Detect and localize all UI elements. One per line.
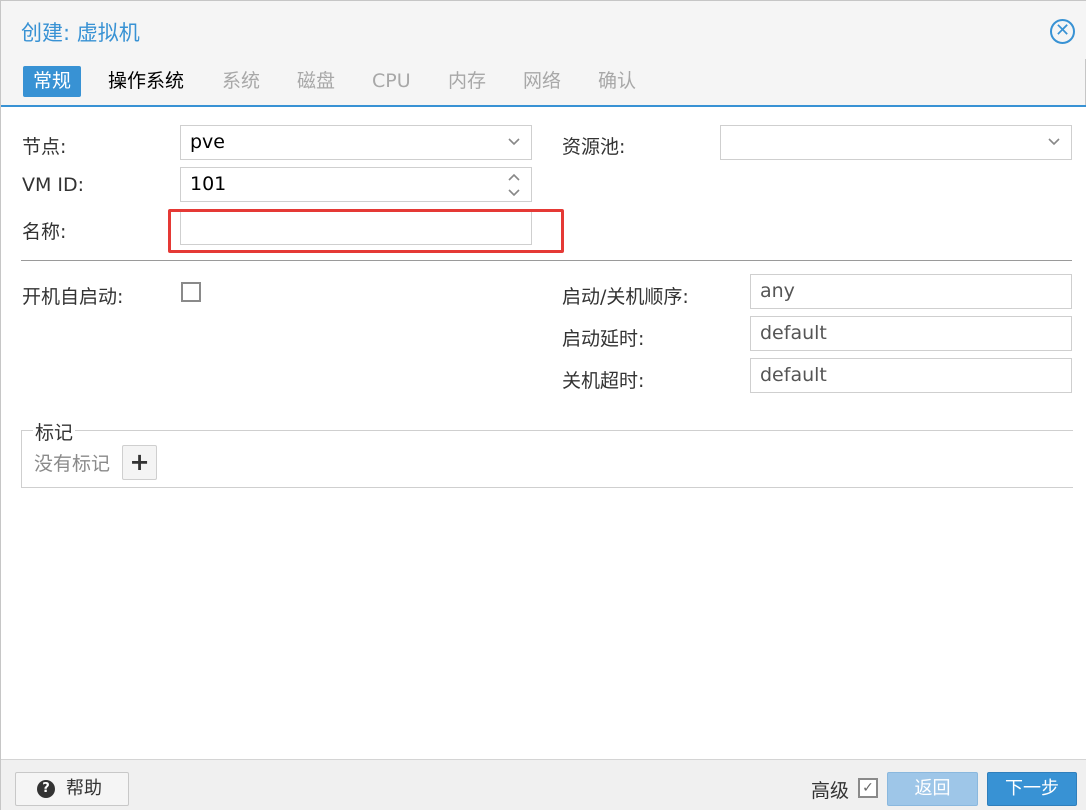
shutdown-timeout-label: 关机超时: — [562, 370, 645, 392]
order-label: 启动/关机顺序: — [562, 286, 689, 308]
checkmark-icon: ✓ — [862, 780, 874, 796]
node-value: pve — [190, 131, 225, 153]
advanced-label: 高级 — [811, 780, 850, 802]
question-circle-icon: ? — [37, 780, 55, 798]
close-button[interactable]: ✕ — [1050, 19, 1075, 44]
no-tags-text: 没有标记 — [34, 453, 111, 475]
tab-confirm: 确认 — [598, 70, 637, 92]
pool-select[interactable] — [720, 125, 1072, 160]
tab-network: 网络 — [523, 70, 562, 92]
node-label: 节点: — [22, 136, 67, 158]
spinner-arrows-icon[interactable] — [507, 170, 521, 198]
tab-general[interactable]: 常规 — [23, 66, 82, 97]
vmid-label: VM ID: — [22, 174, 85, 196]
tab-cpu: CPU — [372, 70, 411, 92]
tags-fieldset — [21, 430, 1073, 488]
create-vm-dialog: 创建: 虚拟机 ✕ 常规 操作系统 系统 磁盘 CPU 内存 网络 确认 节点:… — [0, 0, 1086, 810]
name-label: 名称: — [22, 221, 67, 243]
tab-system: 系统 — [222, 70, 261, 92]
advanced-checkbox[interactable]: ✓ — [858, 778, 878, 798]
order-input[interactable]: any — [750, 274, 1072, 309]
autostart-checkbox[interactable] — [181, 282, 201, 302]
plus-icon: + — [129, 448, 150, 476]
shutdown-timeout-input[interactable]: default — [750, 358, 1072, 393]
chevron-down-icon — [1047, 126, 1061, 172]
dialog-title: 创建: 虚拟机 — [21, 21, 140, 45]
tab-memory: 内存 — [448, 70, 487, 92]
section-divider — [21, 260, 1072, 261]
close-icon: ✕ — [1054, 20, 1071, 41]
add-tag-button[interactable]: + — [122, 445, 157, 480]
vmid-value: 101 — [190, 173, 227, 195]
help-button[interactable]: ? 帮助 — [15, 772, 129, 806]
dialog-footer: ? 帮助 高级 ✓ 返回 下一步 — [1, 759, 1086, 810]
dialog-titlebar[interactable]: 创建: 虚拟机 ✕ — [1, 1, 1086, 59]
next-button[interactable]: 下一步 — [987, 772, 1077, 806]
tags-legend: 标记 — [33, 418, 76, 445]
startup-delay-label: 启动延时: — [562, 328, 645, 350]
vmid-spinner[interactable]: 101 — [180, 167, 532, 202]
tab-disks: 磁盘 — [297, 70, 336, 92]
tab-os[interactable]: 操作系统 — [98, 66, 194, 97]
back-button: 返回 — [887, 772, 978, 806]
name-input-highlight — [168, 209, 564, 253]
chevron-down-icon — [507, 126, 521, 172]
wizard-tabs: 常规 操作系统 系统 磁盘 CPU 内存 网络 确认 — [1, 59, 1086, 105]
general-panel: 节点: pve VM ID: 101 名称: 资源池: 开机自启动: 启动/关机… — [1, 105, 1086, 759]
help-button-label: 帮助 — [66, 778, 102, 799]
startup-delay-input[interactable]: default — [750, 316, 1072, 351]
pool-label: 资源池: — [562, 136, 626, 158]
autostart-label: 开机自启动: — [22, 286, 124, 308]
node-select[interactable]: pve — [180, 125, 532, 160]
